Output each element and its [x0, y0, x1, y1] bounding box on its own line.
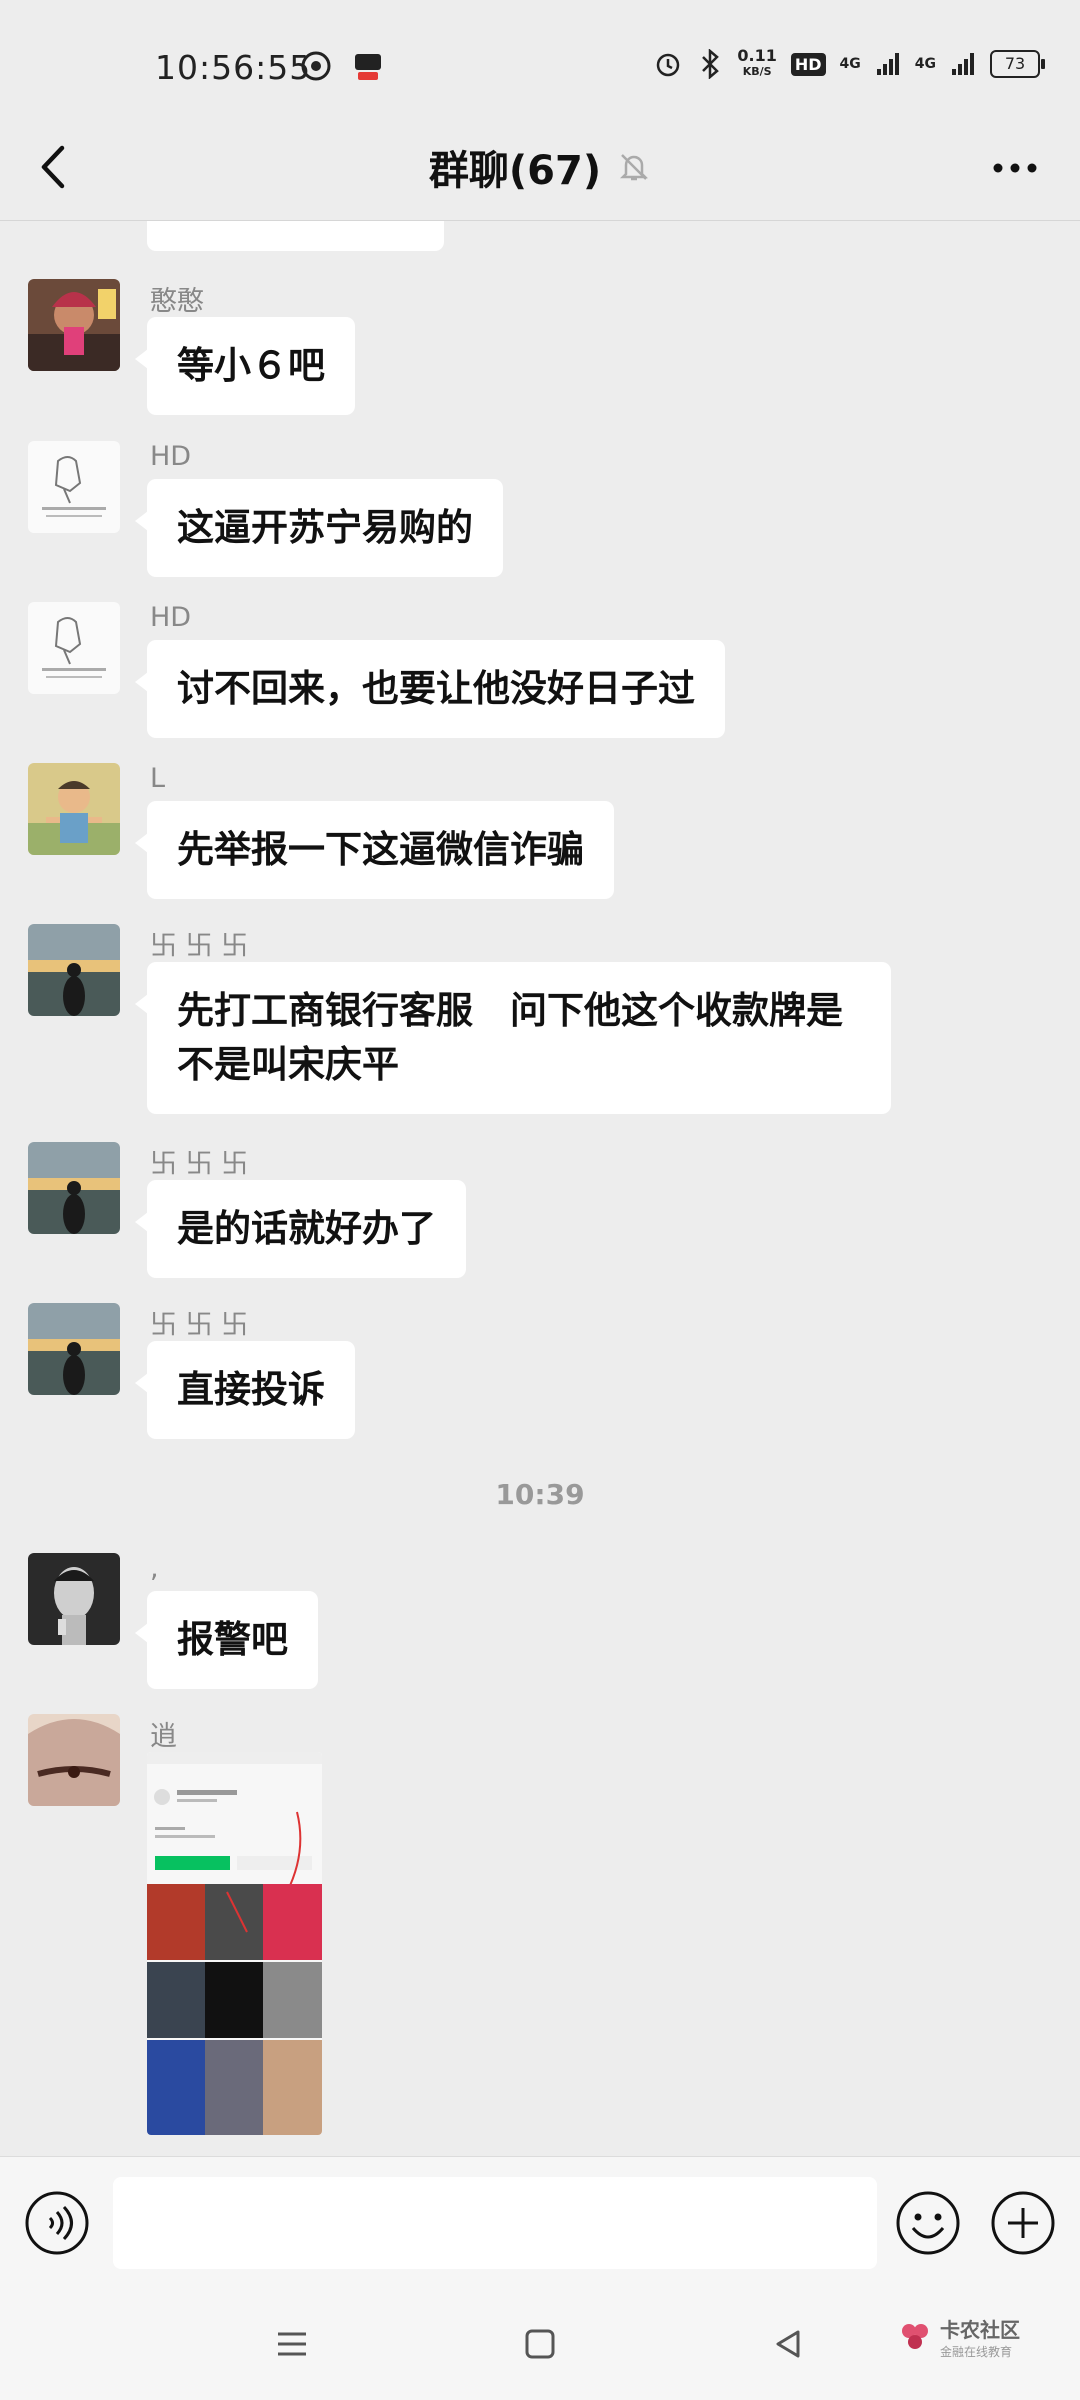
- bluetooth-icon: [702, 49, 720, 79]
- status-right: 0.11 KB/S HD 4G 4G 73: [653, 46, 1045, 80]
- message-bubble[interactable]: 等小６吧: [135, 317, 355, 415]
- screenshot-image: [147, 1752, 322, 2135]
- status-left-icons: [300, 50, 384, 82]
- avatar[interactable]: [28, 763, 120, 855]
- message-bubble[interactable]: 讨不回来，也要让他没好日子过: [135, 640, 725, 738]
- message-bubble[interactable]: 先打工商银行客服 问下他这个收款牌是不是叫宋庆平: [135, 962, 891, 1114]
- sender-name: ,: [150, 1553, 159, 1584]
- previous-message-bubble: [147, 221, 444, 251]
- mute-bell-icon: [620, 154, 649, 181]
- voice-input-button[interactable]: [24, 2190, 90, 2256]
- avatar[interactable]: [28, 1142, 120, 1234]
- network-speed: 0.11 KB/S: [737, 46, 777, 79]
- sender-name: 卐 卐 卐: [150, 1149, 249, 1180]
- sender-name: 逍: [150, 1721, 177, 1752]
- chat-message-list[interactable]: 憨憨 等小６吧 HD 这逼开苏宁易购的 HD 讨不回来，也要让他没好日子过 L …: [0, 221, 1080, 2156]
- message-bubble[interactable]: 报警吧: [135, 1591, 318, 1689]
- avatar[interactable]: [28, 279, 120, 371]
- home-button[interactable]: [520, 2324, 560, 2364]
- avatar[interactable]: [28, 1714, 120, 1806]
- avatar[interactable]: [28, 1553, 120, 1645]
- emoji-button[interactable]: [895, 2190, 961, 2256]
- signal-2-label: 4G: [914, 56, 936, 72]
- avatar[interactable]: [28, 602, 120, 694]
- time-divider: 10:39: [495, 1478, 585, 1511]
- chat-title: 群聊(67): [428, 148, 602, 194]
- watermark: 卡农社区 金融在线教育: [898, 2314, 1020, 2360]
- watermark-name: 卡农社区: [940, 2318, 1020, 2342]
- message-bubble[interactable]: 这逼开苏宁易购的: [135, 479, 503, 577]
- status-time: 10:56:55: [155, 48, 312, 87]
- more-functions-button[interactable]: [990, 2190, 1056, 2256]
- input-bar: [0, 2156, 1080, 2287]
- sender-name: 憨憨: [150, 286, 204, 317]
- avatar[interactable]: [28, 441, 120, 533]
- watermark-logo-icon: [902, 2324, 928, 2349]
- image-message[interactable]: [147, 1752, 322, 2135]
- chat-header: 群聊(67): [0, 110, 1080, 221]
- sender-name: HD: [150, 441, 192, 472]
- avatar[interactable]: [28, 924, 120, 1016]
- alarm-icon: [657, 53, 680, 77]
- watermark-subtitle: 金融在线教育: [940, 2345, 1013, 2359]
- message-input[interactable]: [113, 2177, 877, 2269]
- music-app-icon: [301, 51, 331, 81]
- chat-title-area: 群聊(67): [0, 138, 1080, 196]
- signal-1-label: 4G: [839, 56, 861, 72]
- sender-name: 卐 卐 卐: [150, 931, 249, 962]
- signal-bars-icon: [876, 53, 899, 75]
- battery-indicator: 73: [990, 50, 1045, 78]
- message-bubble[interactable]: 先举报一下这逼微信诈骗: [135, 801, 614, 899]
- more-options-button[interactable]: [980, 138, 1050, 198]
- sender-name: 卐 卐 卐: [150, 1310, 249, 1341]
- hd-badge: HD: [790, 52, 826, 76]
- back-nav-button[interactable]: [768, 2324, 808, 2364]
- avatar[interactable]: [28, 1303, 120, 1395]
- message-bubble[interactable]: 是的话就好办了: [135, 1180, 466, 1278]
- sender-name: L: [150, 763, 166, 794]
- signal-bars-icon-2: [952, 53, 974, 75]
- sender-name: HD: [150, 602, 192, 633]
- cctv-app-icon: [355, 54, 381, 80]
- system-navigation-bar: 卡农社区 金融在线教育: [0, 2286, 1080, 2400]
- recent-apps-button[interactable]: [272, 2324, 312, 2364]
- message-bubble[interactable]: 直接投诉: [135, 1341, 355, 1439]
